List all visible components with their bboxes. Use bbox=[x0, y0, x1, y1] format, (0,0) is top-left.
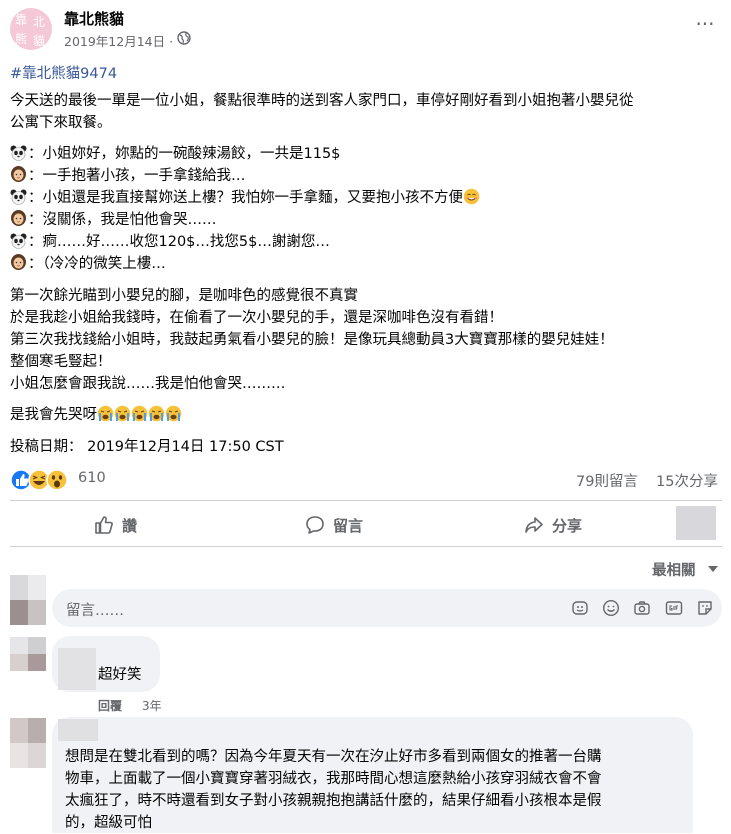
sort-dropdown[interactable]: 最相關 bbox=[652, 559, 696, 580]
panda-emoji-icon bbox=[10, 189, 27, 205]
dialogue-text: ：沒關係，我是怕他會哭…… bbox=[28, 212, 217, 228]
avatar-sticker-icon[interactable] bbox=[571, 599, 589, 617]
commenter-name[interactable] bbox=[58, 719, 98, 741]
comment-placeholder: 留言…… bbox=[66, 603, 124, 619]
dialogue-text: ：（冷冷的微笑上樓… bbox=[28, 256, 166, 272]
like-label: 讚 bbox=[122, 516, 138, 535]
crying-face-emoji-icon bbox=[131, 405, 148, 422]
dialogue-line: ：沒關係，我是怕他會哭…… bbox=[10, 209, 217, 231]
post-text-line: 公寓下來取餐。 bbox=[10, 115, 112, 131]
submit-date: 投稿日期： 2019年12月14日 17:50 CST bbox=[10, 439, 284, 455]
user-avatar[interactable] bbox=[10, 575, 46, 625]
woman-emoji-icon bbox=[11, 254, 26, 270]
globe-icon bbox=[177, 31, 191, 45]
avatar-char: 貓 bbox=[33, 34, 46, 48]
gif-icon[interactable] bbox=[665, 599, 683, 617]
crying-face-emoji-icon bbox=[165, 405, 182, 422]
comment-label: 留言 bbox=[333, 516, 364, 535]
share-button[interactable]: 分享 bbox=[524, 512, 582, 538]
hashtag-link[interactable]: #靠北熊貓9474 bbox=[10, 62, 117, 83]
comment-bubble-icon bbox=[306, 516, 324, 534]
page-avatar[interactable]: 靠 北 熊 貓 bbox=[10, 8, 52, 50]
comments-count-link[interactable]: 79則留言 bbox=[576, 470, 638, 491]
emoji-icon[interactable] bbox=[602, 599, 620, 617]
share-label: 分享 bbox=[552, 516, 583, 535]
dialogue-text: ：痾……好……收您120$…找您5$…謝謝您… bbox=[28, 234, 330, 250]
like-button[interactable]: 讚 bbox=[94, 512, 137, 538]
panda-emoji-icon bbox=[10, 145, 27, 161]
camera-icon[interactable] bbox=[633, 599, 651, 617]
comment-time[interactable]: 3年 bbox=[142, 697, 162, 714]
woman-emoji-icon bbox=[11, 166, 26, 182]
dialogue-line: ：一手抱著小孩，一手拿錢給我… bbox=[10, 165, 246, 187]
divider bbox=[10, 500, 722, 501]
caret-down-icon[interactable] bbox=[708, 566, 718, 572]
post-text-line: 整個寒毛豎起！ bbox=[10, 354, 112, 370]
dialogue-line: ：小姐還是我直接幫妳送上樓？我怕妳一手拿麵，又要抱小孩不方便 bbox=[10, 187, 480, 209]
reaction-count[interactable]: 610 bbox=[78, 470, 106, 486]
dialogue-line: ：痾……好……收您120$…找您5$…謝謝您… bbox=[10, 231, 330, 253]
reply-link[interactable]: 回覆 bbox=[98, 697, 122, 714]
post-closing-line: 是我會先哭呀 bbox=[10, 404, 182, 426]
shares-count-link[interactable]: 15次分享 bbox=[656, 470, 718, 491]
dialogue-text: ：小姐還是我直接幫妳送上樓？我怕妳一手拿麵，又要抱小孩不方便 bbox=[28, 190, 463, 206]
comment-button[interactable]: 留言 bbox=[305, 512, 363, 538]
commenter-name[interactable] bbox=[58, 648, 96, 690]
dialogue-text: ：一手抱著小孩，一手拿錢給我… bbox=[28, 168, 246, 184]
wow-reaction-icon bbox=[46, 469, 68, 491]
page-name[interactable]: 靠北熊貓 bbox=[64, 8, 124, 29]
comment-text-line: 的，超級可怕 bbox=[65, 815, 152, 831]
post-text-line: 於是我趁小姐給我錢時，在偷看了一次小嬰兒的手，還是深咖啡色沒有看錯！ bbox=[10, 310, 503, 326]
commenter-avatar[interactable] bbox=[10, 718, 46, 768]
avatar-char: 北 bbox=[33, 15, 46, 29]
commenter-avatar[interactable] bbox=[10, 637, 46, 671]
avatar-char: 靠 bbox=[15, 13, 28, 27]
comment-text: 超好笑 bbox=[98, 667, 142, 683]
smiling-face-emoji-icon bbox=[463, 188, 480, 205]
post-text-line: 小姐怎麼會跟我說……我是怕他會哭……… bbox=[10, 376, 286, 392]
comment-text-line: 想問是在雙北看到的嗎？因為今年夏天有一次在汐止好市多看到兩個女的推著一台購 bbox=[65, 749, 602, 765]
crying-face-emoji-icon bbox=[97, 405, 114, 422]
post-text-line: 今天送的最後一單是一位小姐，餐點很準時的送到客人家門口，車停好剛好看到小姐抱著小… bbox=[10, 93, 634, 109]
panda-emoji-icon bbox=[10, 233, 27, 249]
comment-text-line: 太瘋狂了，時不時還看到女子對小孩親親抱抱講話什麼的，結果仔細看小孩根本是假 bbox=[65, 793, 602, 809]
crying-face-emoji-icon bbox=[148, 405, 165, 422]
comment-input[interactable] bbox=[52, 589, 722, 627]
avatar-char: 熊 bbox=[15, 32, 28, 46]
post-date[interactable]: 2019年12月14日 · bbox=[64, 31, 173, 50]
thumbs-up-icon bbox=[95, 516, 113, 534]
more-options-icon[interactable]: ··· bbox=[690, 14, 720, 38]
share-target-avatar[interactable] bbox=[676, 506, 716, 540]
closing-text: 是我會先哭呀 bbox=[10, 407, 97, 423]
woman-emoji-icon bbox=[11, 210, 26, 226]
dialogue-line: ：（冷冷的微笑上樓… bbox=[10, 253, 166, 275]
comment-text-line: 物車，上面載了一個小寶寶穿著羽絨衣，我那時間心想這麼熱給小孩穿羽絨衣會不會 bbox=[65, 771, 602, 787]
post-text-line: 第三次我找錢給小姐時，我鼓起勇氣看小嬰兒的臉！是像玩具總動員3大寶寶那樣的嬰兒娃… bbox=[10, 332, 614, 348]
post-text-line: 第一次餘光瞄到小嬰兒的腳，是咖啡色的感覺很不真實 bbox=[10, 288, 358, 304]
share-arrow-icon bbox=[525, 517, 543, 533]
divider bbox=[10, 546, 722, 547]
crying-face-emoji-icon bbox=[114, 405, 131, 422]
dialogue-line: ：小姐妳好，妳點的一碗酸辣湯餃，一共是115$ bbox=[10, 143, 340, 165]
sticker-icon[interactable] bbox=[696, 599, 714, 617]
dialogue-text: ：小姐妳好，妳點的一碗酸辣湯餃，一共是115$ bbox=[28, 146, 341, 162]
